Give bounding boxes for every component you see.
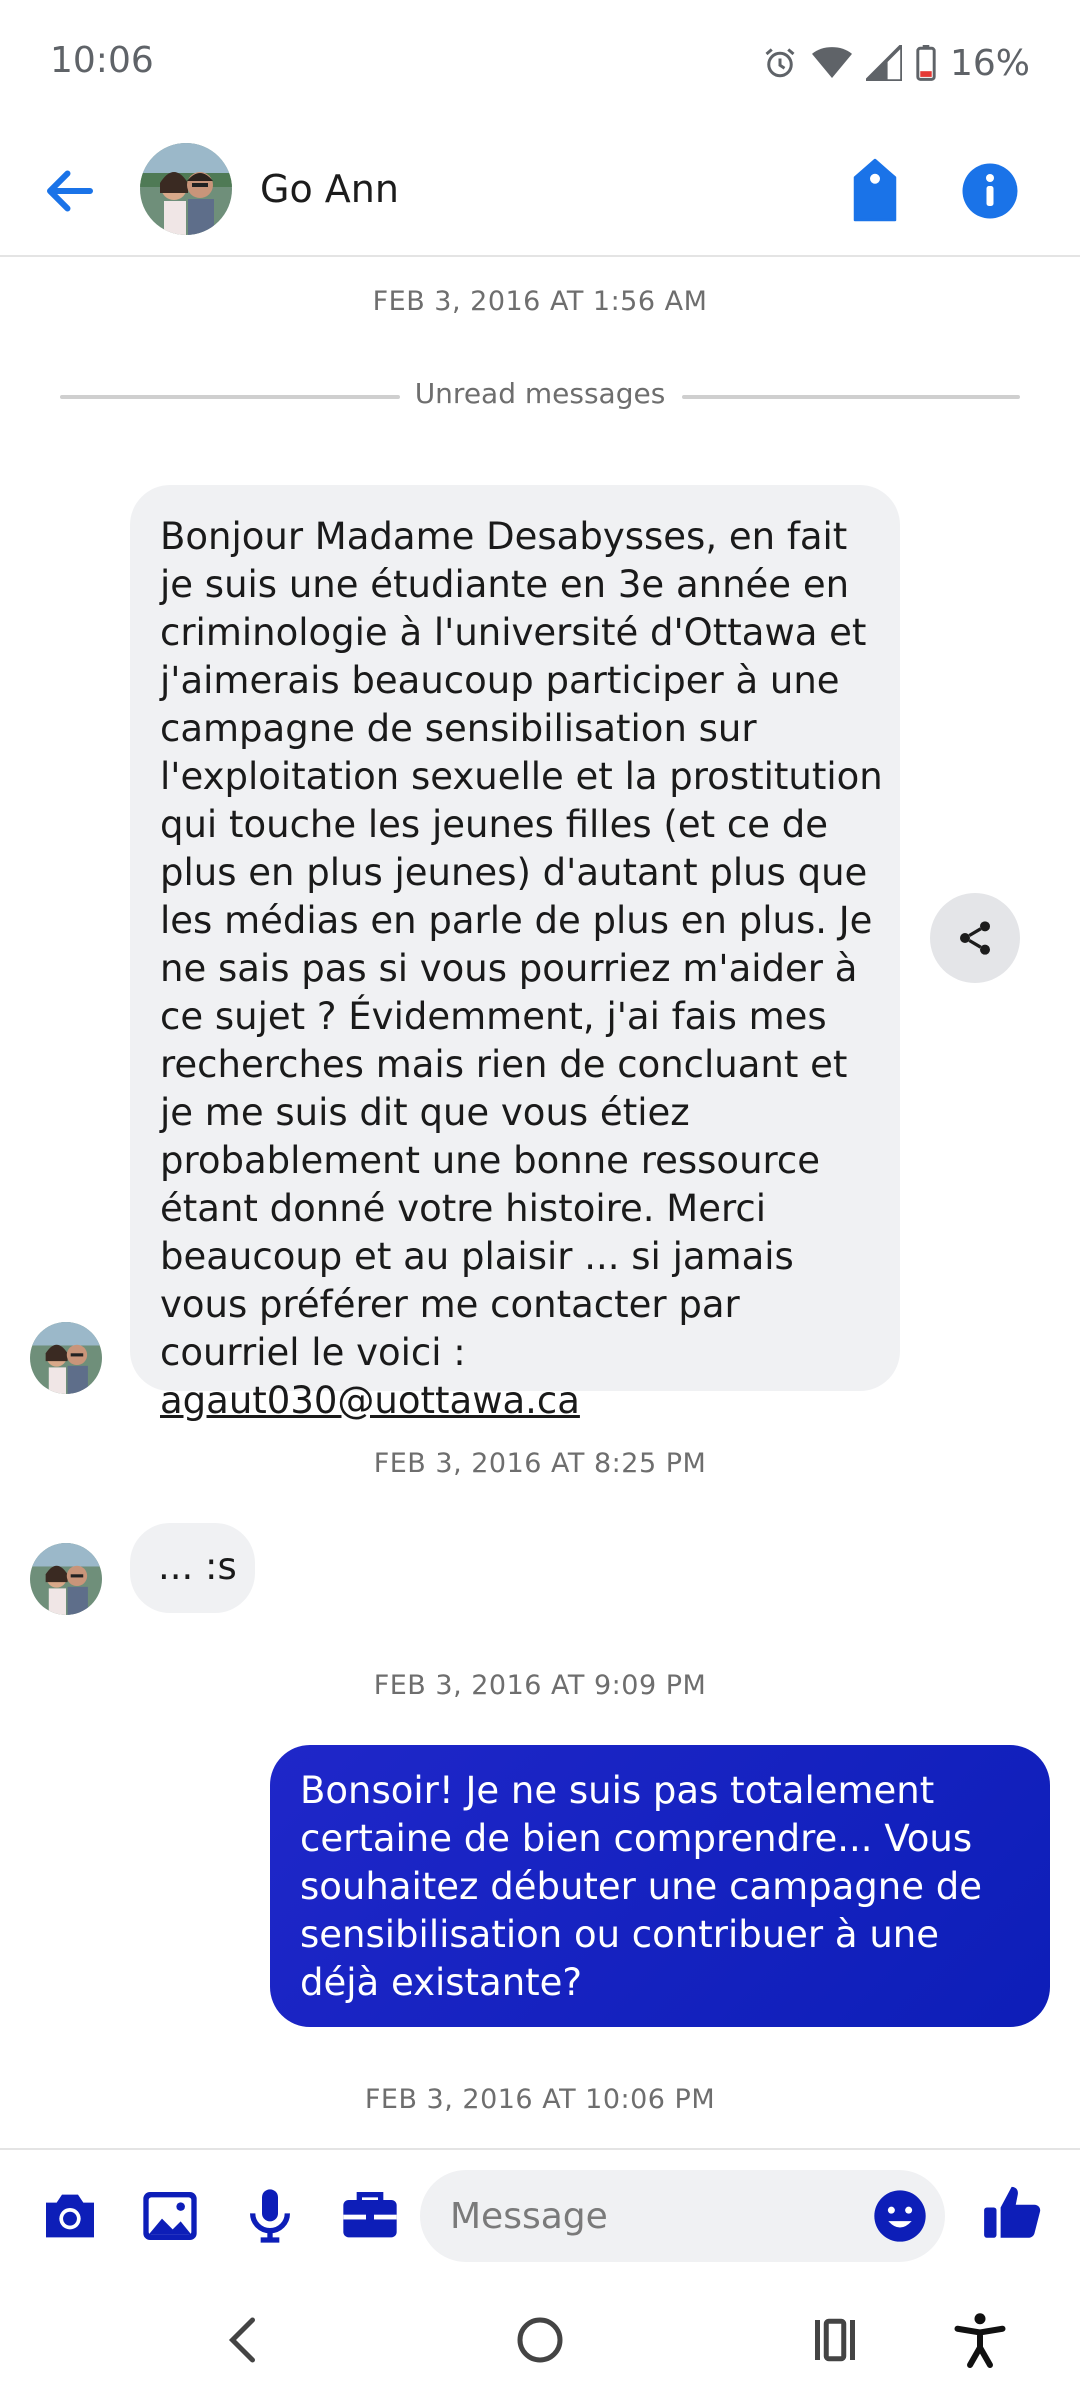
message-text: Bonjour Madame Desabysses, en fait je su… xyxy=(160,515,883,1374)
system-navigation-bar xyxy=(0,2280,1080,2400)
message-body: Bonjour Madame Desabysses, en fait je su… xyxy=(160,513,885,1425)
message-input[interactable] xyxy=(420,2170,945,2262)
timestamp: FEB 3, 2016 AT 10:06 PM xyxy=(364,2084,716,2115)
status-bar: 10:06 16% xyxy=(0,0,1080,125)
nav-home-button[interactable] xyxy=(510,2310,570,2370)
sender-avatar[interactable] xyxy=(30,1322,102,1394)
tag-icon xyxy=(853,158,897,222)
signal-icon xyxy=(865,45,902,81)
microphone-icon xyxy=(250,2189,290,2243)
timestamp: FEB 3, 2016 AT 1:56 AM xyxy=(372,286,708,317)
arrow-left-icon xyxy=(47,170,93,212)
share-icon xyxy=(960,921,990,955)
info-icon xyxy=(962,163,1018,219)
email-link[interactable]: agaut030@uottawa.ca xyxy=(160,1379,580,1422)
like-button[interactable] xyxy=(980,2180,1046,2246)
gallery-button[interactable] xyxy=(138,2184,202,2248)
sender-avatar[interactable] xyxy=(30,1543,102,1615)
tag-button[interactable] xyxy=(845,155,905,225)
conversation-header: Go Ann xyxy=(0,125,1080,257)
unread-divider: Unread messages xyxy=(60,375,1020,415)
nav-recents-button[interactable] xyxy=(805,2310,865,2370)
briefcase-icon xyxy=(343,2192,397,2238)
camera-button[interactable] xyxy=(38,2184,102,2248)
status-time: 10:06 xyxy=(50,40,154,81)
nav-back-button[interactable] xyxy=(215,2310,275,2370)
image-icon xyxy=(143,2192,197,2240)
alarm-icon xyxy=(762,45,798,81)
emoji-icon xyxy=(874,2190,926,2242)
camera-icon xyxy=(46,2194,94,2238)
nav-recents-icon xyxy=(815,2318,855,2362)
more-tools-button[interactable] xyxy=(338,2184,402,2248)
info-button[interactable] xyxy=(960,161,1020,221)
timestamp: FEB 3, 2016 AT 9:09 PM xyxy=(373,1670,707,1701)
emoji-button[interactable] xyxy=(872,2188,928,2244)
battery-icon xyxy=(916,45,936,81)
battery-level: 16% xyxy=(949,42,1030,84)
voice-button[interactable] xyxy=(238,2184,302,2248)
contact-avatar[interactable] xyxy=(140,143,232,235)
accessibility-button[interactable] xyxy=(950,2310,1010,2370)
nav-home-icon xyxy=(517,2317,563,2363)
contact-name[interactable]: Go Ann xyxy=(260,167,399,211)
timestamp: FEB 3, 2016 AT 8:25 PM xyxy=(373,1448,707,1479)
wifi-icon xyxy=(811,45,852,81)
nav-back-icon xyxy=(228,2317,255,2363)
share-button[interactable] xyxy=(930,893,1020,983)
message-text: Bonsoir! Je ne suis pas totalement certa… xyxy=(300,1769,983,2004)
accessibility-icon xyxy=(954,2313,1006,2368)
outgoing-message[interactable]: Bonsoir! Je ne suis pas totalement certa… xyxy=(270,1745,1050,2027)
thumbs-up-icon xyxy=(984,2186,1041,2238)
unread-label: Unread messages xyxy=(414,377,666,410)
back-button[interactable] xyxy=(40,161,100,221)
status-icons: 16% xyxy=(762,40,1030,86)
message-text: ... :s xyxy=(158,1545,237,1588)
incoming-message[interactable]: ... :s xyxy=(130,1523,255,1613)
incoming-message[interactable]: Bonjour Madame Desabysses, en fait je su… xyxy=(130,485,900,1422)
message-composer xyxy=(0,2148,1080,2282)
